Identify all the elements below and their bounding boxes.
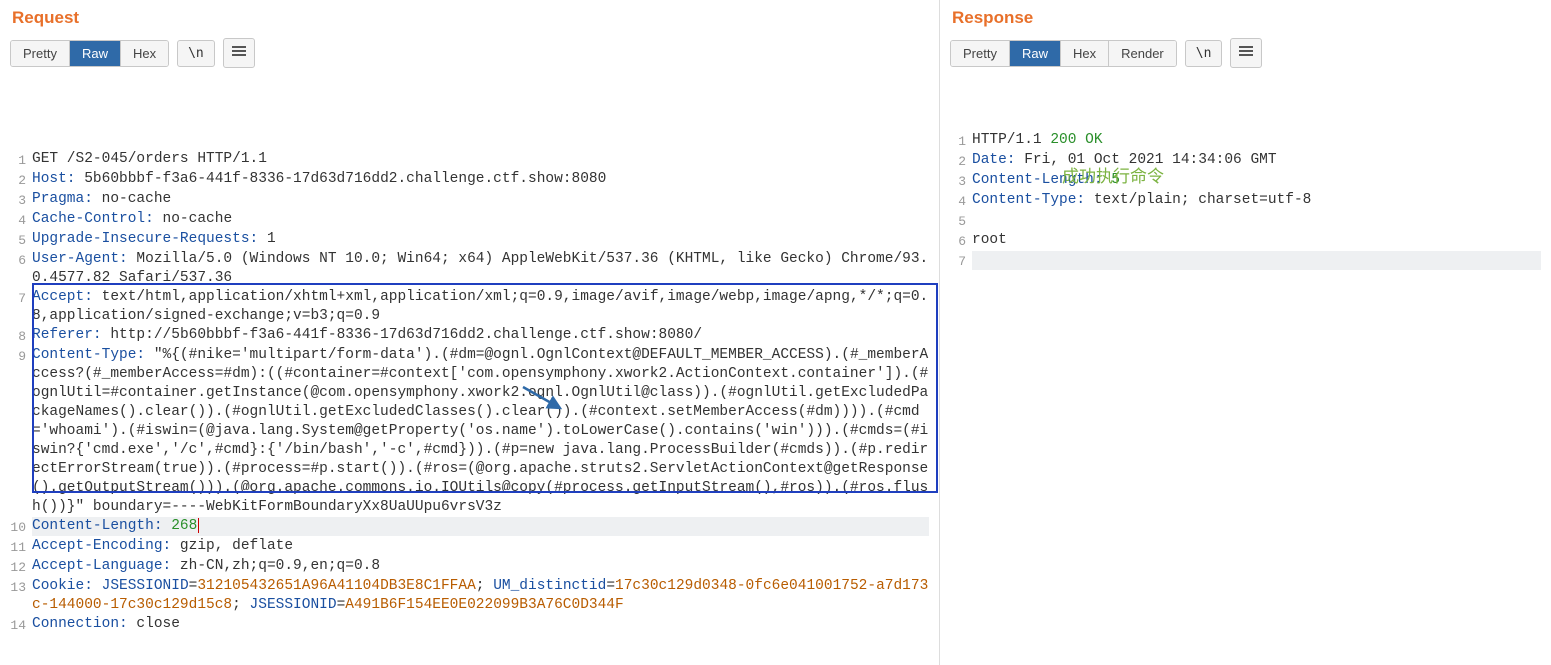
line-number: 10 [10,517,32,537]
response-toolbar: PrettyRawHexRender \n [950,38,1541,68]
tab-raw[interactable]: Raw [1010,41,1061,66]
line-content[interactable]: root [972,231,1541,250]
line-number: 4 [950,191,972,211]
line-number: 13 [10,577,32,597]
line-number: 7 [950,251,972,271]
line-content[interactable]: Accept-Encoding: gzip, deflate [32,537,929,556]
line-content[interactable]: Content-Length: 268 [32,517,929,536]
line-number: 8 [10,326,32,346]
tab-hex[interactable]: Hex [121,41,168,66]
text-cursor [198,518,199,533]
line-number: 4 [10,210,32,230]
code-line[interactable]: 1GET /S2-045/orders HTTP/1.1 [10,150,929,170]
request-toolbar: PrettyRawHex \n [10,38,929,68]
line-number: 6 [10,250,32,270]
line-content[interactable]: Pragma: no-cache [32,190,929,209]
hamburger-menu-button[interactable] [1230,38,1262,68]
code-line[interactable]: 4Cache-Control: no-cache [10,210,929,230]
tab-hex[interactable]: Hex [1061,41,1109,66]
newline-toggle-button[interactable]: \n [1185,40,1223,67]
request-panel: Request PrettyRawHex \n 1GET /S2-045/ord… [0,0,940,665]
code-line[interactable]: 10Content-Length: 268 [10,517,929,537]
hamburger-icon [1239,44,1253,58]
line-number: 9 [10,346,32,366]
request-editor[interactable]: 1GET /S2-045/orders HTTP/1.12Host: 5b60b… [10,74,929,635]
code-line[interactable]: 1HTTP/1.1 200 OK [950,131,1541,151]
line-content[interactable]: Accept: text/html,application/xhtml+xml,… [32,288,929,326]
line-number: 5 [10,230,32,250]
line-content[interactable]: Cache-Control: no-cache [32,210,929,229]
line-content[interactable]: HTTP/1.1 200 OK [972,131,1541,150]
line-content[interactable]: Content-Type: text/plain; charset=utf-8 [972,191,1541,210]
line-number: 12 [10,557,32,577]
code-line[interactable]: 3Content-Length: 5 [950,171,1541,191]
code-line[interactable]: 8Referer: http://5b60bbbf-f3a6-441f-8336… [10,326,929,346]
line-number: 5 [950,211,972,231]
line-content[interactable]: Accept-Language: zh-CN,zh;q=0.9,en;q=0.8 [32,557,929,576]
line-number: 1 [950,131,972,151]
code-line[interactable]: 3Pragma: no-cache [10,190,929,210]
tab-pretty[interactable]: Pretty [11,41,70,66]
code-line[interactable]: 13Cookie: JSESSIONID=312105432651A96A411… [10,577,929,615]
line-content[interactable]: Date: Fri, 01 Oct 2021 14:34:06 GMT [972,151,1541,170]
tab-render[interactable]: Render [1109,41,1176,66]
line-content[interactable] [972,211,1541,230]
hamburger-icon [232,44,246,58]
request-tab-group: PrettyRawHex [10,40,169,67]
line-number: 11 [10,537,32,557]
response-viewer[interactable]: 成功执行命令 1HTTP/1.1 200 OK2Date: Fri, 01 Oc… [950,74,1541,271]
code-line[interactable]: 9Content-Type: "%{(#nike='multipart/form… [10,346,929,517]
code-line[interactable]: 11Accept-Encoding: gzip, deflate [10,537,929,557]
line-content[interactable]: Upgrade-Insecure-Requests: 1 [32,230,929,249]
code-line[interactable]: 6User-Agent: Mozilla/5.0 (Windows NT 10.… [10,250,929,288]
request-title: Request [10,8,929,28]
line-content[interactable]: User-Agent: Mozilla/5.0 (Windows NT 10.0… [32,250,929,288]
line-content[interactable]: Host: 5b60bbbf-f3a6-441f-8336-17d63d716d… [32,170,929,189]
line-number: 14 [10,615,32,635]
line-number: 7 [10,288,32,308]
response-title: Response [950,8,1541,28]
newline-toggle-button[interactable]: \n [177,40,215,67]
line-content[interactable]: Connection: close [32,615,929,634]
code-line[interactable]: 6root [950,231,1541,251]
code-line[interactable]: 5Upgrade-Insecure-Requests: 1 [10,230,929,250]
response-panel: Response PrettyRawHexRender \n 成功执行命令 1H… [940,0,1551,665]
line-content[interactable]: GET /S2-045/orders HTTP/1.1 [32,150,929,169]
line-number: 6 [950,231,972,251]
line-content[interactable]: Cookie: JSESSIONID=312105432651A96A41104… [32,577,929,615]
code-line[interactable]: 2Host: 5b60bbbf-f3a6-441f-8336-17d63d716… [10,170,929,190]
code-line[interactable]: 2Date: Fri, 01 Oct 2021 14:34:06 GMT [950,151,1541,171]
code-line[interactable]: 12Accept-Language: zh-CN,zh;q=0.9,en;q=0… [10,557,929,577]
hamburger-menu-button[interactable] [223,38,255,68]
line-number: 2 [950,151,972,171]
code-line[interactable]: 7Accept: text/html,application/xhtml+xml… [10,288,929,326]
line-number: 3 [10,190,32,210]
line-number: 1 [10,150,32,170]
code-line[interactable]: 4Content-Type: text/plain; charset=utf-8 [950,191,1541,211]
line-number: 3 [950,171,972,191]
line-content[interactable]: Content-Length: 5 [972,171,1541,190]
code-line[interactable]: 7 [950,251,1541,271]
response-tab-group: PrettyRawHexRender [950,40,1177,67]
code-line[interactable]: 14Connection: close [10,615,929,635]
line-number: 2 [10,170,32,190]
tab-pretty[interactable]: Pretty [951,41,1010,66]
line-content[interactable]: Referer: http://5b60bbbf-f3a6-441f-8336-… [32,326,929,345]
line-content[interactable]: Content-Type: "%{(#nike='multipart/form-… [32,346,929,517]
line-content[interactable] [972,251,1541,270]
tab-raw[interactable]: Raw [70,41,121,66]
code-line[interactable]: 5 [950,211,1541,231]
